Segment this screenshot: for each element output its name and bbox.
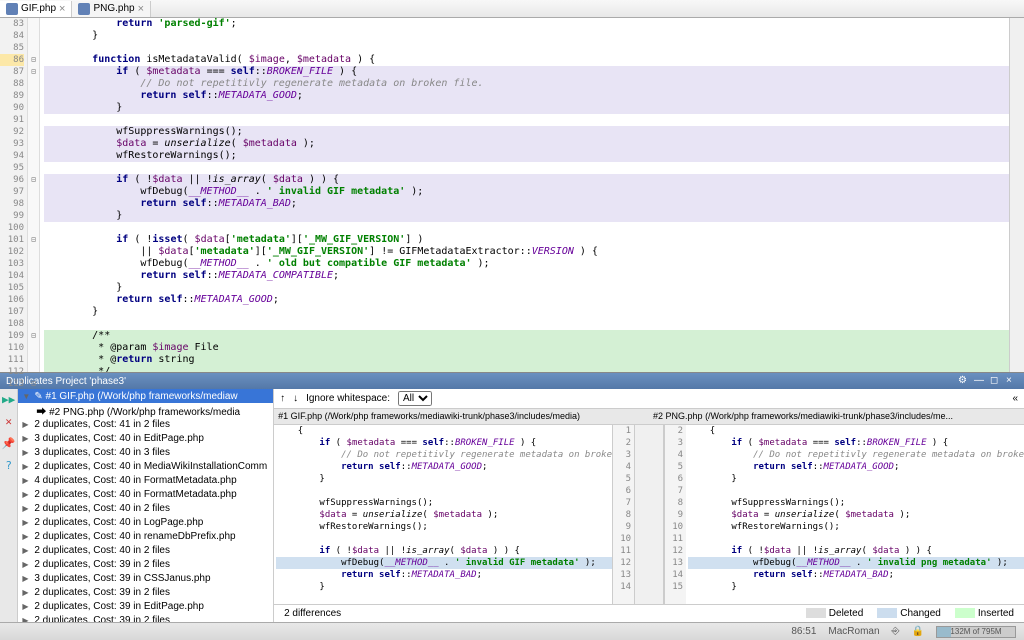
folding-gutter[interactable]: ⊟⊟⊟⊟⊟⊟: [28, 18, 40, 372]
panel-title: Duplicates Project 'phase3': [6, 376, 126, 387]
tree-item[interactable]: ▶2 duplicates, Cost: 41 in 2 files: [18, 417, 273, 431]
cursor-position[interactable]: 86:51: [791, 626, 816, 637]
rerun-icon[interactable]: ▶▶: [2, 393, 16, 407]
tree-item[interactable]: ▶2 duplicates, Cost: 39 in EditPage.php: [18, 599, 273, 613]
panel-title-bar[interactable]: Duplicates Project 'phase3' ⚙ — ◻ ×: [0, 373, 1024, 389]
close-icon[interactable]: ×: [138, 3, 144, 15]
diff-right-linenums: 23456789101112131415: [664, 425, 686, 604]
tab-gif-php[interactable]: GIF.php ×: [0, 1, 72, 17]
code-editor[interactable]: 8384858687888990919293949596979899100101…: [0, 18, 1024, 372]
diff-viewer: ↑ ↓ Ignore whitespace: All « #1 GIF.php …: [274, 389, 1024, 622]
diff-connector: [634, 425, 664, 604]
duplicates-panel: Duplicates Project 'phase3' ⚙ — ◻ × ▶▶ ✕…: [0, 372, 1024, 622]
tree-item[interactable]: ▶3 duplicates, Cost: 40 in EditPage.php: [18, 431, 273, 445]
tree-item[interactable]: ▶2 duplicates, Cost: 40 in FormatMetadat…: [18, 487, 273, 501]
tab-label: GIF.php: [21, 3, 56, 14]
diff-footer: 2 differences Deleted Changed Inserted: [274, 604, 1024, 622]
php-file-icon: [78, 3, 90, 15]
prev-diff-icon[interactable]: ↑: [280, 393, 285, 404]
tree-item[interactable]: ▶2 duplicates, Cost: 40 in MediaWikiInst…: [18, 459, 273, 473]
tree-item[interactable]: ▶2 duplicates, Cost: 39 in 2 files: [18, 585, 273, 599]
lock-icon[interactable]: 🔒: [912, 626, 924, 637]
tree-item[interactable]: ▶2 duplicates, Cost: 40 in 2 files: [18, 543, 273, 557]
close-icon[interactable]: ✕: [2, 415, 16, 429]
ignore-ws-select[interactable]: All: [398, 391, 432, 406]
close-icon[interactable]: ×: [59, 3, 65, 15]
panel-action-sidebar: ▶▶ ✕ 📌 ?: [0, 389, 18, 622]
status-bar: 86:51 MacRoman ⎆ 🔒 132M of 795M: [0, 622, 1024, 640]
tree-item[interactable]: ▶2 duplicates, Cost: 40 in 2 files: [18, 501, 273, 515]
tree-item-selected[interactable]: ▼✎ #1 GIF.php (/Work/php frameworks/medi…: [18, 389, 273, 403]
tab-label: PNG.php: [93, 3, 134, 14]
diff-left-header: #1 GIF.php (/Work/php frameworks/mediawi…: [274, 409, 649, 425]
ignore-ws-label: Ignore whitespace:: [306, 393, 390, 404]
next-diff-icon[interactable]: ↓: [293, 393, 298, 404]
line-number-gutter: 8384858687888990919293949596979899100101…: [0, 18, 28, 372]
tree-item[interactable]: ▶2 duplicates, Cost: 39 in 2 files: [18, 613, 273, 622]
tree-item[interactable]: ▶2 duplicates, Cost: 39 in 2 files: [18, 557, 273, 571]
tree-item[interactable]: ▶3 duplicates, Cost: 40 in 3 files: [18, 445, 273, 459]
diff-left-linenums: 1234567891011121314: [612, 425, 634, 604]
duplicates-tree[interactable]: ▼✎ #1 GIF.php (/Work/php frameworks/medi…: [18, 389, 274, 622]
file-encoding[interactable]: MacRoman: [828, 626, 879, 637]
diff-count: 2 differences: [284, 608, 341, 619]
tab-png-php[interactable]: PNG.php ×: [72, 1, 151, 17]
editor-tab-bar: GIF.php × PNG.php ×: [0, 0, 1024, 18]
code-content[interactable]: return 'parsed-gif'; } function isMetada…: [40, 18, 1009, 372]
memory-meter[interactable]: 132M of 795M: [936, 626, 1016, 638]
expand-icon[interactable]: «: [1012, 393, 1018, 404]
hide-icon[interactable]: ×: [1006, 375, 1018, 387]
gear-icon[interactable]: ⚙: [958, 375, 970, 387]
restore-icon[interactable]: ◻: [990, 375, 1002, 387]
tree-item[interactable]: ▶4 duplicates, Cost: 40 in FormatMetadat…: [18, 473, 273, 487]
tree-item[interactable]: ▶3 duplicates, Cost: 39 in CSSJanus.php: [18, 571, 273, 585]
editor-scrollbar[interactable]: [1009, 18, 1024, 372]
tree-item[interactable]: ▶2 duplicates, Cost: 40 in renameDbPrefi…: [18, 529, 273, 543]
tree-item[interactable]: ⮕ #2 PNG.php (/Work/php frameworks/media: [18, 403, 273, 417]
diff-toolbar: ↑ ↓ Ignore whitespace: All «: [274, 389, 1024, 409]
diff-left-code[interactable]: { if ( $metadata === self::BROKEN_FILE )…: [274, 425, 612, 604]
diff-right-code[interactable]: { if ( $metadata === self::BROKEN_FILE )…: [686, 425, 1024, 604]
help-icon[interactable]: ?: [2, 459, 16, 473]
diff-right-header: #2 PNG.php (/Work/php frameworks/mediawi…: [649, 409, 1024, 425]
insert-mode-icon[interactable]: ⎆: [892, 626, 900, 637]
tree-item[interactable]: ▶2 duplicates, Cost: 40 in LogPage.php: [18, 515, 273, 529]
php-file-icon: [6, 3, 18, 15]
minimize-icon[interactable]: —: [974, 375, 986, 387]
pin-icon[interactable]: 📌: [2, 437, 16, 451]
